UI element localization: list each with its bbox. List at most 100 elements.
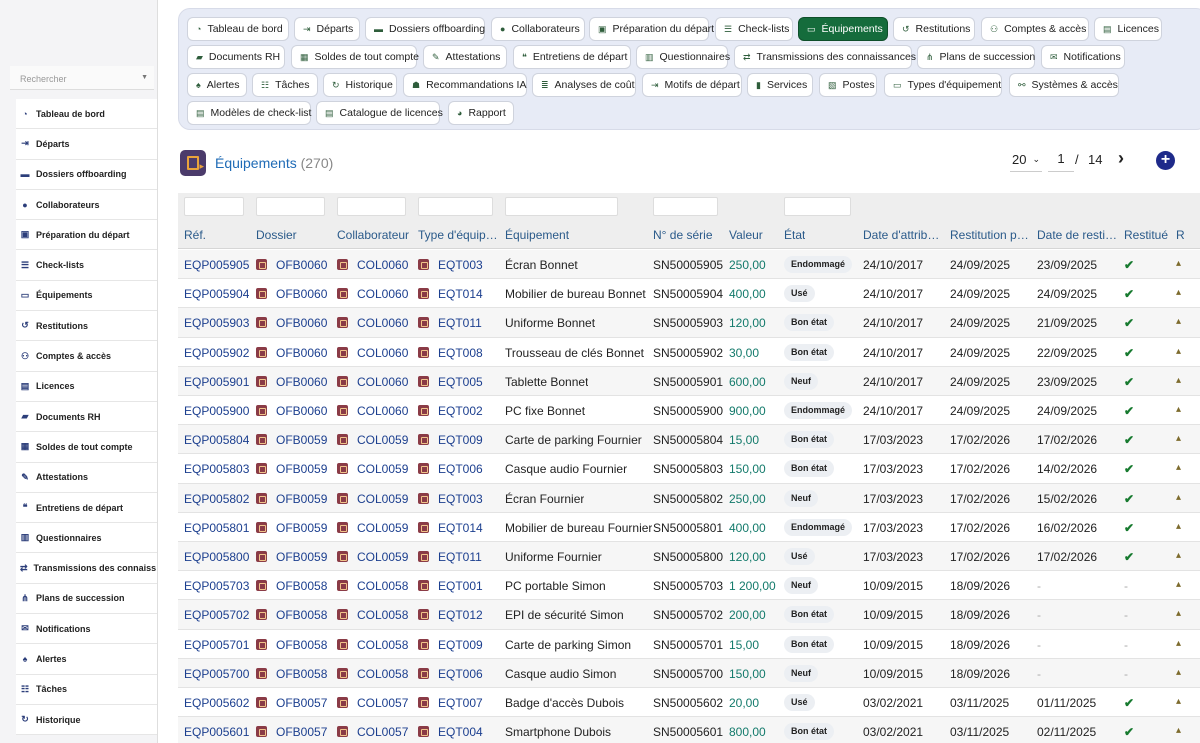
row-action-icon[interactable]: ▴ bbox=[1176, 550, 1181, 561]
add-equipment-button[interactable]: + bbox=[1156, 151, 1175, 170]
nav-button[interactable]: ☰ Check-lists bbox=[715, 17, 793, 41]
table-cell[interactable]: EQT009 bbox=[418, 638, 483, 652]
table-cell[interactable]: COL0060 bbox=[337, 287, 408, 301]
table-cell[interactable]: COL0058 bbox=[337, 638, 408, 652]
table-row[interactable]: EQP005804 OFB0059 COL0059 EQT009 Carte de pa… bbox=[178, 425, 1200, 455]
table-cell[interactable]: EQT012 bbox=[418, 608, 483, 622]
nav-button[interactable]: ▰ Documents RH bbox=[187, 45, 285, 69]
table-cell[interactable]: EQP005702 bbox=[184, 608, 249, 622]
table-cell[interactable]: EQP005703 bbox=[184, 579, 249, 593]
nav-button[interactable]: ▭ Équipements bbox=[798, 17, 888, 41]
nav-button[interactable]: ⋔ Plans de succession bbox=[917, 45, 1035, 69]
column-header[interactable]: Restitué bbox=[1124, 228, 1168, 242]
sidebar-item[interactable]: ⇄ Transmissions des connaiss… bbox=[16, 553, 157, 584]
sidebar-item[interactable]: ↻ Historique bbox=[16, 705, 157, 736]
table-row[interactable]: EQP005904 OFB0060 COL0060 EQT014 Mobilier de… bbox=[178, 279, 1200, 309]
table-cell[interactable]: OFB0058 bbox=[256, 667, 327, 681]
column-filter-input[interactable] bbox=[784, 197, 851, 216]
table-row[interactable]: EQP005905 OFB0060 COL0060 EQT003 Écran Bonne… bbox=[178, 250, 1200, 280]
row-action-icon[interactable]: ▴ bbox=[1176, 696, 1181, 707]
table-cell[interactable]: EQT006 bbox=[418, 667, 483, 681]
nav-button[interactable]: ✉ Notifications bbox=[1041, 45, 1125, 69]
table-cell[interactable]: OFB0059 bbox=[256, 521, 327, 535]
row-action-icon[interactable]: ▴ bbox=[1176, 579, 1181, 590]
nav-button[interactable]: ☷ Tâches bbox=[252, 73, 318, 97]
table-cell[interactable]: COL0059 bbox=[337, 521, 408, 535]
table-row[interactable]: EQP005700 OFB0058 COL0058 EQT006 Casque audi… bbox=[178, 658, 1200, 688]
column-filter-input[interactable] bbox=[418, 197, 493, 216]
column-header[interactable]: Date de resti… bbox=[1037, 228, 1117, 242]
column-header[interactable]: Équipement bbox=[505, 228, 569, 242]
table-cell[interactable]: EQT009 bbox=[418, 433, 483, 447]
table-row[interactable]: EQP005703 OFB0058 COL0058 EQT001 PC portable… bbox=[178, 571, 1200, 601]
table-cell[interactable]: EQP005601 bbox=[184, 725, 249, 739]
table-cell[interactable]: EQT002 bbox=[418, 404, 483, 418]
column-header[interactable]: N° de série bbox=[653, 228, 713, 242]
table-cell[interactable]: EQP005700 bbox=[184, 667, 249, 681]
table-cell[interactable]: EQT003 bbox=[418, 492, 483, 506]
sidebar-item[interactable]: ⚇ Comptes & accès bbox=[16, 341, 157, 372]
table-cell[interactable]: EQP005800 bbox=[184, 550, 249, 564]
sidebar-item[interactable]: ✎ Attestations bbox=[16, 463, 157, 493]
table-row[interactable]: EQP005802 OFB0059 COL0059 EQT003 Écran Fourn… bbox=[178, 483, 1200, 513]
nav-button[interactable]: ▥ Questionnaires bbox=[636, 45, 730, 69]
table-cell[interactable]: EQT006 bbox=[418, 462, 483, 476]
nav-button[interactable]: ▮ Services bbox=[747, 73, 813, 97]
table-cell[interactable]: COL0059 bbox=[337, 462, 408, 476]
nav-button[interactable]: ▤ Licences bbox=[1094, 17, 1162, 41]
sidebar-item[interactable]: ▥ Questionnaires bbox=[16, 523, 157, 554]
table-cell[interactable]: EQT014 bbox=[418, 521, 483, 535]
table-cell[interactable]: OFB0059 bbox=[256, 492, 327, 506]
row-action-icon[interactable]: ▴ bbox=[1176, 725, 1181, 736]
table-cell[interactable]: EQP005901 bbox=[184, 375, 249, 389]
nav-button[interactable]: ▤ Catalogue de licences bbox=[316, 101, 443, 125]
table-cell[interactable]: COL0060 bbox=[337, 375, 408, 389]
nav-button[interactable]: ⚇ Comptes & accès bbox=[981, 17, 1089, 41]
nav-button[interactable]: ↺ Restitutions bbox=[893, 17, 975, 41]
column-filter-input[interactable] bbox=[184, 197, 244, 216]
table-row[interactable]: EQP005701 OFB0058 COL0058 EQT009 Carte de pa… bbox=[178, 630, 1200, 659]
nav-button[interactable]: ↻ Historique bbox=[323, 73, 397, 97]
table-row[interactable]: EQP005801 OFB0059 COL0059 EQT014 Mobilier de… bbox=[178, 513, 1200, 542]
nav-button[interactable]: ▣ Préparation du départ bbox=[589, 17, 714, 41]
column-header[interactable]: Date d'attrib… bbox=[863, 228, 939, 242]
table-cell[interactable]: EQT014 bbox=[418, 287, 483, 301]
row-action-icon[interactable]: ▴ bbox=[1176, 316, 1181, 327]
row-action-icon[interactable]: ▴ bbox=[1176, 375, 1181, 386]
nav-button[interactable]: ⇥ Départs bbox=[294, 17, 360, 41]
nav-button[interactable]: ⇥ Motifs de départ bbox=[642, 73, 742, 97]
table-cell[interactable]: COL0059 bbox=[337, 492, 408, 506]
table-cell[interactable]: OFB0060 bbox=[256, 316, 327, 330]
column-header[interactable]: Collaborateur bbox=[337, 228, 409, 242]
table-cell[interactable]: EQP005803 bbox=[184, 462, 249, 476]
column-filter-input[interactable] bbox=[653, 197, 718, 216]
table-cell[interactable]: OFB0060 bbox=[256, 375, 327, 389]
table-cell[interactable]: EQT004 bbox=[418, 725, 483, 739]
table-cell[interactable]: EQT003 bbox=[418, 258, 483, 272]
table-cell[interactable]: COL0057 bbox=[337, 725, 408, 739]
table-cell[interactable]: COL0057 bbox=[337, 696, 408, 710]
sidebar-item[interactable]: ☰ Check-lists bbox=[16, 250, 157, 281]
table-cell[interactable]: COL0059 bbox=[337, 550, 408, 564]
nav-button[interactable]: ▧ Postes bbox=[819, 73, 877, 97]
sidebar-item[interactable]: ✉ Notifications bbox=[16, 614, 157, 645]
nav-button[interactable]: ▤ Modèles de check-list bbox=[187, 101, 311, 125]
nav-button[interactable]: ▦ Soldes de tout compte bbox=[291, 45, 419, 69]
table-cell[interactable]: EQP005900 bbox=[184, 404, 249, 418]
sidebar-item[interactable]: ● Collaborateurs bbox=[16, 190, 157, 221]
column-header[interactable]: État bbox=[784, 228, 805, 242]
table-cell[interactable]: OFB0059 bbox=[256, 550, 327, 564]
sidebar-item[interactable]: ❝ Entretiens de départ bbox=[16, 493, 157, 524]
table-cell[interactable]: EQT001 bbox=[418, 579, 483, 593]
table-row[interactable]: EQP005903 OFB0060 COL0060 EQT011 Uniforme Bo… bbox=[178, 308, 1200, 338]
column-header[interactable]: Réf. bbox=[184, 228, 206, 242]
table-cell[interactable]: COL0059 bbox=[337, 433, 408, 447]
table-row[interactable]: EQP005800 OFB0059 COL0059 EQT011 Uniforme Fo… bbox=[178, 542, 1200, 572]
nav-button[interactable]: ≣ Analyses de coût bbox=[532, 73, 636, 97]
table-row[interactable]: EQP005602 OFB0057 COL0057 EQT007 Badge d'acc… bbox=[178, 688, 1200, 718]
next-page-icon[interactable]: › bbox=[1118, 148, 1124, 169]
table-row[interactable]: EQP005900 OFB0060 COL0060 EQT002 PC fixe Bon… bbox=[178, 396, 1200, 426]
sidebar-item[interactable]: ▦ Soldes de tout compte bbox=[16, 432, 157, 463]
table-cell[interactable]: COL0060 bbox=[337, 258, 408, 272]
table-cell[interactable]: OFB0060 bbox=[256, 346, 327, 360]
